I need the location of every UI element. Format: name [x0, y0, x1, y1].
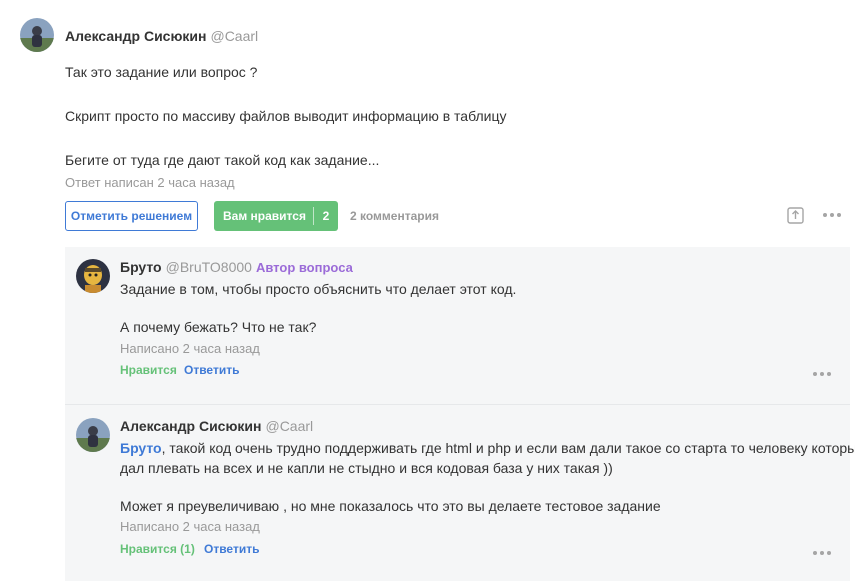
- share-icon[interactable]: [787, 207, 804, 224]
- mark-solution-button[interactable]: Отметить решением: [65, 201, 198, 231]
- avatar[interactable]: [76, 418, 110, 452]
- comment-divider: [65, 404, 850, 405]
- more-dots-icon[interactable]: [813, 372, 831, 378]
- author-name-link[interactable]: Бруто: [120, 259, 162, 275]
- avatar[interactable]: [76, 259, 110, 293]
- comment-like-link[interactable]: Нравится (1): [120, 542, 195, 556]
- author-name-link[interactable]: Александр Сисюкин: [120, 418, 261, 434]
- comment-author: Александр Сисюкин @Caarl: [120, 418, 313, 434]
- more-dots-icon[interactable]: [813, 551, 831, 557]
- comments-toggle-link[interactable]: 2 комментария: [350, 209, 439, 223]
- comment-text: , такой код очень трудно поддерживать гд…: [161, 440, 855, 456]
- like-button-label: Вам нравится: [223, 209, 306, 223]
- comment-meta: Написано 2 часа назад: [120, 519, 260, 534]
- author-nick[interactable]: @BruTO8000: [166, 259, 252, 275]
- answer-text-line: Бегите от туда где дают такой код как за…: [65, 152, 380, 168]
- comment-text-line: дал плевать на всех и не капли не стыдно…: [120, 460, 613, 476]
- comment-text-line: Бруто, такой код очень трудно поддержива…: [120, 438, 855, 458]
- answer-author: Александр Сисюкин @Caarl: [65, 28, 258, 44]
- answer-text-line: Так это задание или вопрос ?: [65, 64, 258, 80]
- author-nick[interactable]: @Caarl: [210, 28, 258, 44]
- question-author-badge: Автор вопроса: [255, 260, 353, 275]
- like-count: 2: [322, 209, 330, 223]
- comment-text-line: А почему бежать? Что не так?: [120, 319, 317, 335]
- comment-author: Бруто @BruTO8000 Автор вопроса: [120, 259, 353, 275]
- comment-reply-link[interactable]: Ответить: [204, 542, 259, 556]
- mention-link[interactable]: Бруто: [120, 440, 162, 456]
- comment-text-line: Задание в том, чтобы просто объяснить чт…: [120, 281, 517, 297]
- like-button[interactable]: Вам нравится 2: [214, 201, 338, 231]
- comment-meta: Написано 2 часа назад: [120, 341, 260, 356]
- author-nick[interactable]: @Caarl: [265, 418, 313, 434]
- comment-text-line: Может я преувеличиваю , но мне показалос…: [120, 498, 661, 514]
- answer-text-line: Скрипт просто по массиву файлов выводит …: [65, 108, 507, 124]
- answer-meta: Ответ написан 2 часа назад: [65, 175, 235, 190]
- avatar[interactable]: [20, 18, 54, 52]
- more-dots-icon[interactable]: [823, 213, 841, 219]
- author-name-link[interactable]: Александр Сисюкин: [65, 28, 206, 44]
- comment-reply-link[interactable]: Ответить: [184, 363, 239, 377]
- comment-like-link[interactable]: Нравится: [120, 363, 177, 377]
